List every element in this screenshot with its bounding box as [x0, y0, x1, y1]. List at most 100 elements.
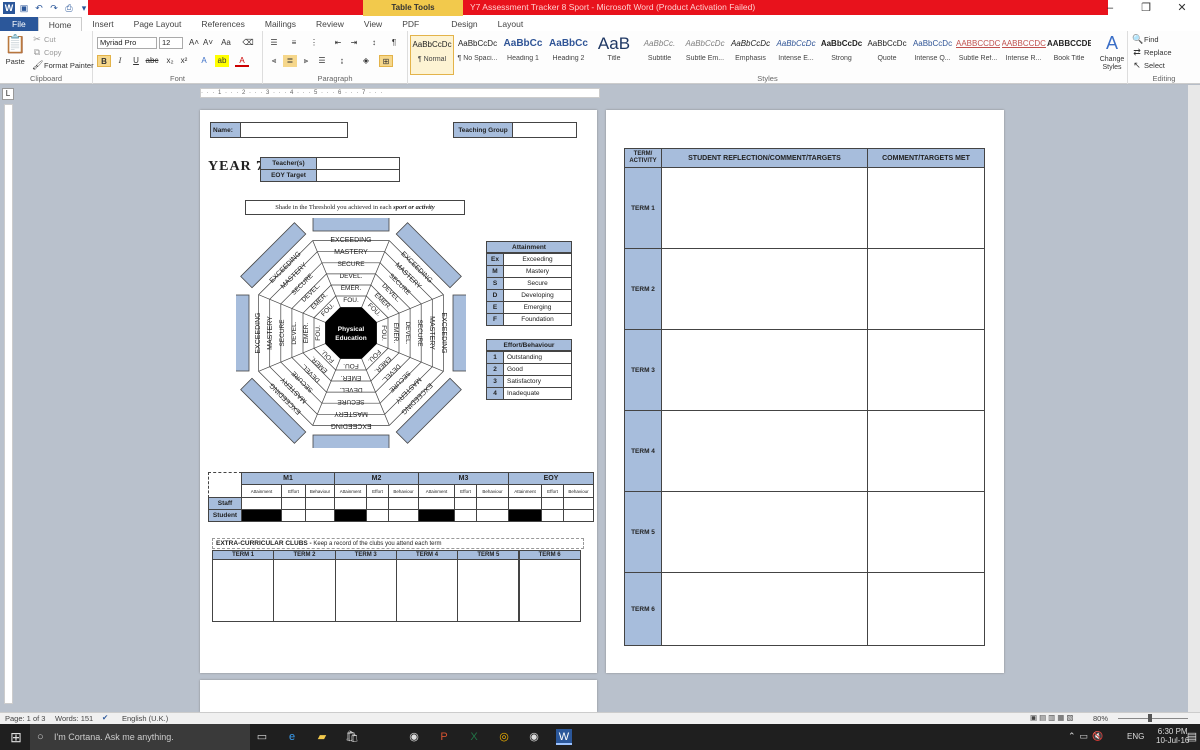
- eoy-target-field[interactable]: [316, 169, 400, 182]
- app-icon-2[interactable]: ◉: [526, 729, 542, 745]
- tab-pdf[interactable]: PDF: [392, 17, 429, 31]
- strikethrough-button[interactable]: abc: [145, 55, 159, 67]
- word-taskbar-icon[interactable]: W: [556, 729, 572, 745]
- grid-cell[interactable]: [476, 509, 509, 522]
- grid-cell[interactable]: [305, 509, 335, 522]
- paste-button[interactable]: 📋 Paste: [4, 34, 26, 66]
- reflect-met-cell[interactable]: [867, 572, 985, 646]
- redo-icon[interactable]: ↷: [48, 2, 60, 14]
- excel-icon[interactable]: X: [466, 729, 482, 745]
- text-effects-icon[interactable]: A: [197, 55, 211, 67]
- tab-layout[interactable]: Layout: [488, 17, 534, 31]
- sport-box[interactable]: [312, 434, 390, 448]
- find-button[interactable]: 🔍 Find: [1132, 34, 1159, 44]
- clear-format-icon[interactable]: ⌫: [241, 37, 255, 49]
- bold-button[interactable]: B: [97, 55, 111, 67]
- reflect-met-cell[interactable]: [867, 329, 985, 411]
- justify-icon[interactable]: ☰: [315, 55, 329, 67]
- sport-label-box[interactable]: [452, 294, 466, 372]
- wheel-level-label[interactable]: EMER.: [341, 374, 362, 381]
- cut-button[interactable]: ✂ Cut: [32, 34, 55, 44]
- tab-mailings[interactable]: Mailings: [255, 17, 306, 31]
- reflect-comment-cell[interactable]: [661, 167, 868, 249]
- reflect-met-cell[interactable]: [867, 491, 985, 573]
- undo-icon[interactable]: ↶: [33, 2, 45, 14]
- powerpoint-icon[interactable]: P: [436, 729, 452, 745]
- file-explorer-icon[interactable]: ▰: [314, 729, 330, 745]
- font-size-box[interactable]: 12: [159, 37, 183, 49]
- zoom-slider-thumb[interactable]: [1148, 714, 1152, 722]
- font-name-box[interactable]: Myriad Pro: [97, 37, 157, 49]
- multilevel-list-icon[interactable]: ⋮: [307, 37, 321, 49]
- tab-review[interactable]: Review: [306, 17, 354, 31]
- style-13[interactable]: AABBCCDC Intense R...: [1002, 35, 1046, 75]
- wheel-level-label[interactable]: FOU.: [343, 362, 359, 369]
- clubs-term-cell[interactable]: [212, 559, 275, 622]
- style-11[interactable]: AaBbCcDc Intense Q...: [911, 35, 955, 75]
- increase-indent-icon[interactable]: ⇥: [347, 37, 361, 49]
- reflect-met-cell[interactable]: [867, 248, 985, 330]
- wheel-level-label[interactable]: MASTERY: [428, 316, 435, 350]
- format-painter-button[interactable]: 🖌 Format Painter: [32, 60, 94, 70]
- grid-cell[interactable]: [454, 509, 477, 522]
- wheel-level-label[interactable]: FOU.: [343, 297, 359, 304]
- subscript-button[interactable]: x₂: [163, 55, 177, 67]
- wheel-level-label[interactable]: EXCEEDING: [330, 237, 371, 244]
- wheel-level-label[interactable]: EXCEEDING: [440, 312, 447, 353]
- teaching-group-field[interactable]: [512, 122, 577, 138]
- sort-icon[interactable]: ↕: [367, 37, 381, 49]
- reflect-comment-cell[interactable]: [661, 572, 868, 646]
- wheel-level-label[interactable]: DEVEL.: [291, 321, 298, 344]
- wheel-level-label[interactable]: MASTERY: [334, 410, 368, 417]
- view-buttons[interactable]: ▣▤▥▦▧: [1030, 713, 1075, 722]
- input-language[interactable]: ENG: [1127, 732, 1144, 741]
- numbering-icon[interactable]: ≡: [287, 37, 301, 49]
- reflect-comment-cell[interactable]: [661, 491, 868, 573]
- wheel-level-label[interactable]: DEVEL.: [404, 321, 411, 344]
- print-preview-icon[interactable]: ⎙: [63, 2, 75, 14]
- save-icon[interactable]: ▣: [18, 2, 30, 14]
- style-14[interactable]: AABBCCDE Book Title: [1047, 35, 1091, 75]
- tab-view[interactable]: View: [354, 17, 392, 31]
- underline-button[interactable]: U: [129, 55, 143, 67]
- grid-cell[interactable]: [541, 509, 564, 522]
- vertical-scrollbar[interactable]: [1188, 85, 1200, 712]
- style-12[interactable]: AABBCCDC Subtle Ref...: [956, 35, 1000, 75]
- clubs-term-cell[interactable]: [334, 559, 397, 622]
- wheel-level-label[interactable]: MASTERY: [267, 316, 274, 350]
- sport-label-box[interactable]: [236, 294, 250, 372]
- grid-cell[interactable]: [281, 509, 306, 522]
- language-indicator[interactable]: English (U.K.): [122, 714, 168, 723]
- wheel-level-label[interactable]: EMER.: [341, 285, 362, 292]
- clubs-term-cell[interactable]: [395, 559, 459, 622]
- style-1[interactable]: AaBbCcDc ¶ No Spaci...: [456, 35, 500, 75]
- sport-box[interactable]: [312, 218, 390, 232]
- tab-file[interactable]: File: [0, 17, 38, 31]
- style-9[interactable]: AaBbCcDc Strong: [820, 35, 864, 75]
- minimize-button[interactable]: –: [1092, 0, 1128, 16]
- shading-icon[interactable]: ◈: [359, 55, 373, 67]
- zoom-slider[interactable]: [1118, 718, 1188, 719]
- shrink-font-icon[interactable]: A˅: [201, 37, 215, 49]
- horizontal-ruler[interactable]: · · · 1 · · · 2 · · · 3 · · · 4 · · · 5 …: [200, 88, 600, 98]
- select-button[interactable]: ↖ Select: [1132, 60, 1165, 70]
- grid-cell[interactable]: [563, 509, 594, 522]
- system-tray-icons[interactable]: ⌃▭🔇: [1068, 731, 1107, 742]
- word-count[interactable]: Words: 151: [55, 714, 93, 723]
- sport-box[interactable]: [452, 294, 466, 372]
- italic-button[interactable]: I: [113, 55, 127, 67]
- wheel-level-label[interactable]: SECURE: [416, 319, 423, 347]
- borders-icon[interactable]: ⊞: [379, 55, 393, 67]
- align-right-icon[interactable]: ⫸: [299, 55, 313, 67]
- align-left-icon[interactable]: ⫷: [267, 55, 281, 67]
- wheel-level-label[interactable]: EXCEEDING: [255, 312, 262, 353]
- style-3[interactable]: AaBbCc Heading 2: [547, 35, 591, 75]
- align-center-icon[interactable]: ≣: [283, 55, 297, 67]
- style-0[interactable]: AaBbCcDc ¶ Normal: [410, 35, 454, 75]
- reflect-met-cell[interactable]: [867, 167, 985, 249]
- wheel-level-label[interactable]: SECURE: [279, 319, 286, 347]
- change-styles-button[interactable]: A Change Styles: [1098, 33, 1126, 72]
- store-icon[interactable]: 🛍: [344, 729, 360, 745]
- sport-label-box[interactable]: [312, 218, 390, 232]
- restore-button[interactable]: ❐: [1128, 0, 1164, 16]
